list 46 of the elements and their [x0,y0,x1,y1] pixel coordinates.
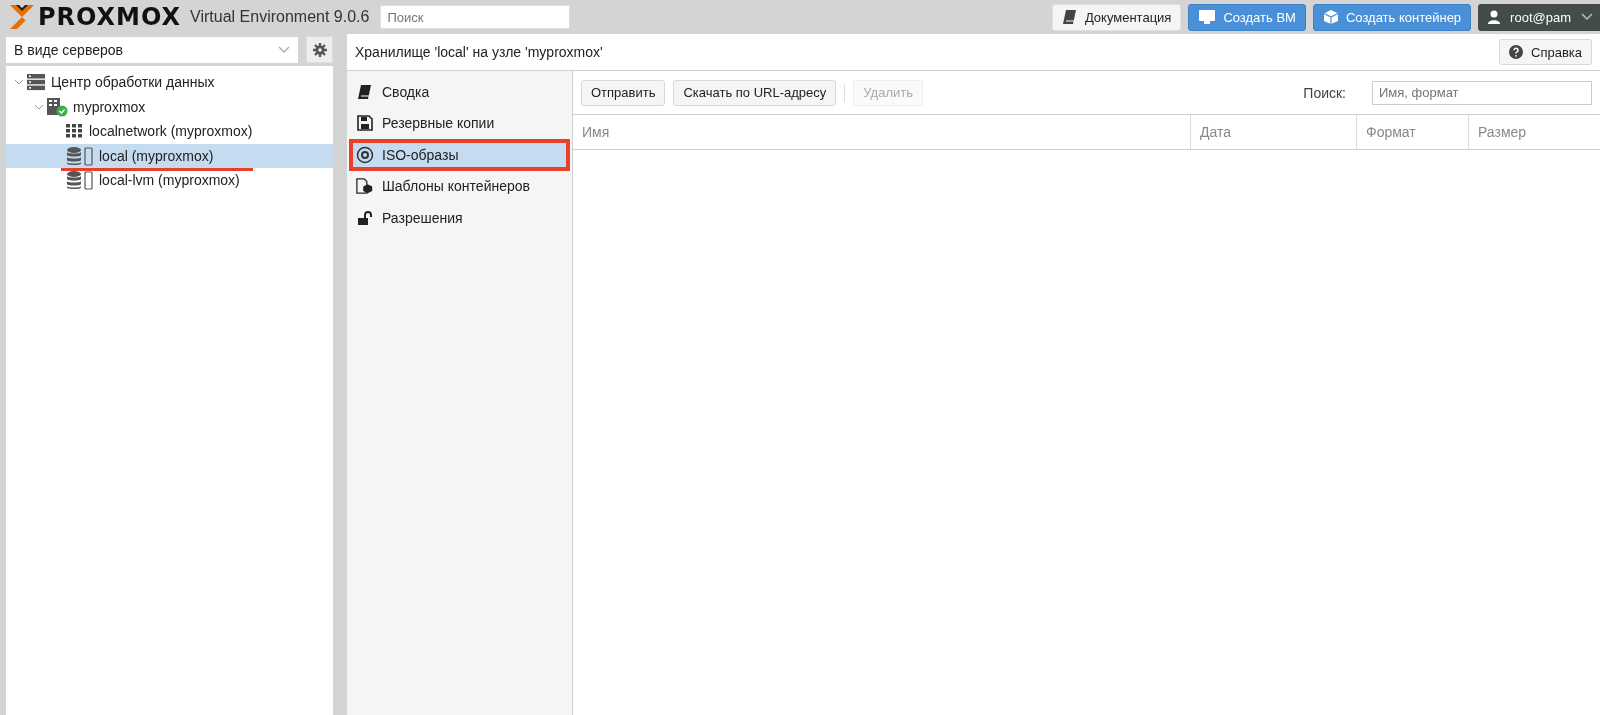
column-header[interactable]: Имя [573,115,1191,149]
book-icon [357,83,373,100]
nav-item[interactable]: Сводка [347,76,572,108]
logo-text: PROXMOX [38,3,182,31]
documentation-button[interactable]: Документация [1051,3,1182,31]
caret-icon [1581,13,1593,21]
settings-button[interactable] [306,36,333,63]
nav-item[interactable]: ISO-образы [349,139,570,171]
file-cube-icon [356,177,374,196]
search-field[interactable]: Имя, формат [1372,80,1592,105]
database-icon [66,170,94,191]
floppy-icon [357,115,373,132]
tree-item[interactable]: local (myproxmox) [6,143,333,168]
search-field[interactable]: Поиск [380,5,571,29]
toolbar-button[interactable]: Отправить [581,79,666,106]
cube-icon [1322,9,1339,25]
toolbar-button[interactable]: Скачать по URL-адресу [673,79,837,106]
disc-icon [356,145,374,164]
caret-icon [278,45,290,54]
unlock-icon [357,209,373,226]
tree-item[interactable]: Центр обработки данных [6,70,333,95]
tree-item[interactable]: localnetwork (myproxmox) [6,119,333,144]
product-version: Virtual Environment 9.0.6 [190,8,370,26]
tree-item[interactable]: local-lvm (myproxmox) [6,168,333,193]
tree-item[interactable]: myproxmox [6,94,333,119]
view-dropdown[interactable]: В виде серверов [6,36,298,63]
server-check-icon [46,96,68,117]
gear-icon [312,42,327,57]
help-icon [1509,45,1523,59]
user-menu-button[interactable]: root@pam [1478,3,1600,31]
search-label: Поиск: [1303,84,1346,101]
help-button[interactable]: Справка [1499,39,1592,65]
panel-title: Хранилище 'local' на узле 'myproxmox' [355,44,603,60]
column-header[interactable]: Формат [1357,115,1469,149]
server-rack-icon [26,73,46,92]
column-header[interactable]: Дата [1191,115,1357,149]
x-logo-icon [8,4,36,30]
column-header[interactable]: Размер [1469,115,1600,149]
grid-icon [66,124,84,139]
book-icon [1061,9,1078,25]
database-icon [66,145,94,166]
nav-item[interactable]: Резервные копии [347,107,572,139]
nav-item[interactable]: Разрешения [347,202,572,234]
monitor-icon [1198,9,1217,25]
user-icon [1488,10,1501,24]
nav-item[interactable]: Шаблоны контейнеров [347,170,572,202]
